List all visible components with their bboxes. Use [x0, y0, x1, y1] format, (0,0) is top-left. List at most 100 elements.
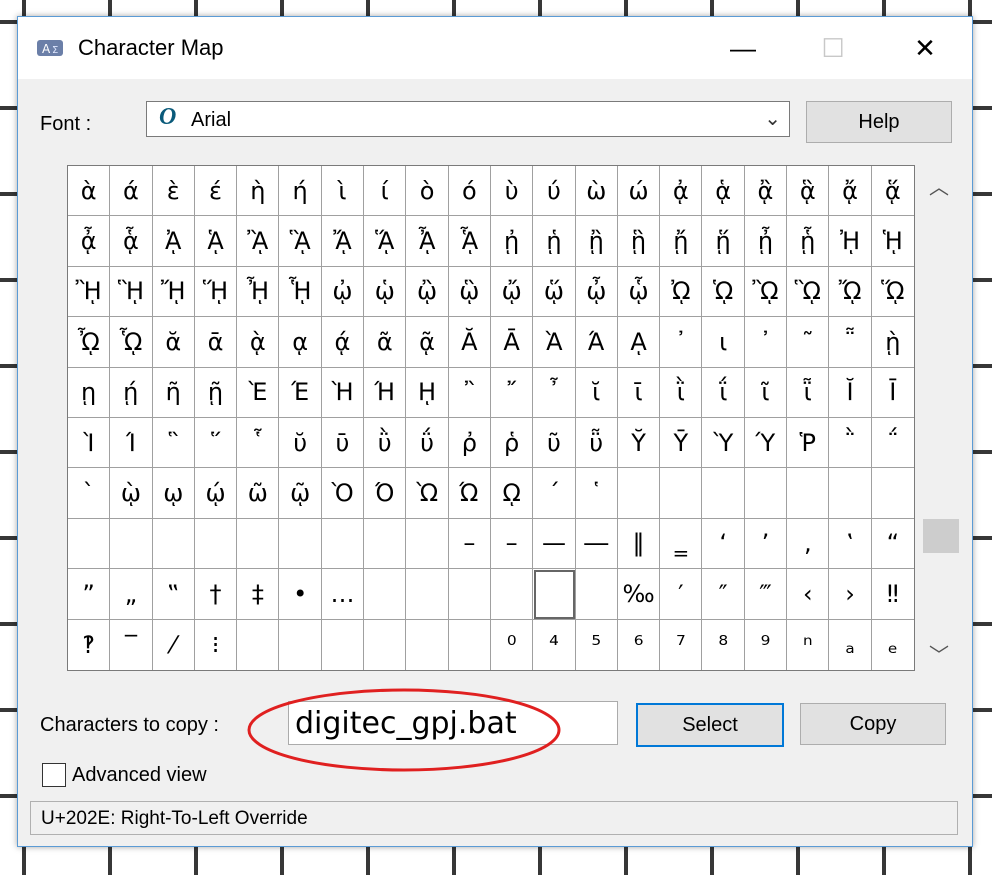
character-cell[interactable]: ᾃ [787, 166, 830, 217]
character-cell[interactable]: ᾍ [364, 216, 407, 267]
character-cell[interactable]: ‼ [871, 569, 914, 620]
character-cell[interactable]: ΅ [871, 418, 914, 469]
character-cell[interactable]: ῞ [194, 418, 238, 469]
character-cell[interactable]: ῳ [152, 468, 195, 519]
character-cell[interactable]: ῼ [490, 468, 534, 519]
character-cell[interactable] [364, 569, 407, 620]
character-cell[interactable]: ᾨ [660, 266, 703, 318]
copy-button[interactable]: Copy [800, 703, 946, 745]
character-cell[interactable] [871, 468, 914, 519]
character-cell[interactable]: Ᾰ [448, 317, 491, 368]
character-cell[interactable]: Ᾱ [490, 317, 534, 368]
character-cell[interactable]: Ῠ [617, 418, 661, 469]
character-cell[interactable]: ᾳ [279, 317, 322, 368]
character-cell[interactable] [448, 569, 491, 620]
character-cell[interactable]: ‰ [617, 569, 661, 620]
character-cell[interactable]: ᾿ [744, 317, 788, 368]
character-cell[interactable]: ῢ [364, 418, 407, 469]
character-cell[interactable] [364, 518, 407, 570]
character-cell[interactable]: ῧ [575, 418, 618, 469]
character-cell[interactable]: ᾭ [871, 267, 914, 318]
character-cell[interactable] [490, 569, 534, 620]
character-cell[interactable]: ᾪ [744, 266, 788, 318]
scroll-down-arrow-icon[interactable]: ﹀ [929, 639, 949, 668]
close-button[interactable]: ✕ [902, 17, 948, 79]
character-cell[interactable]: ᾫ [787, 266, 830, 318]
character-cell[interactable] [364, 619, 407, 670]
character-cell[interactable]: ᾶ [364, 317, 407, 368]
character-cell[interactable]: ’ [744, 518, 788, 570]
character-cell[interactable]: ⁷ [660, 619, 703, 670]
character-cell[interactable]: Ὼ [406, 468, 449, 519]
character-cell[interactable]: ᾲ [237, 317, 280, 368]
character-cell[interactable]: ῎ [490, 367, 534, 418]
character-cell[interactable]: Ό [364, 468, 407, 519]
character-cell[interactable]: ῂ [871, 317, 914, 368]
character-cell[interactable]: ᾠ [321, 266, 365, 318]
character-cell[interactable]: ᾅ [871, 166, 914, 217]
character-cell[interactable]: ― [575, 518, 618, 570]
character-cell[interactable]: ὼ [575, 166, 618, 217]
character-cell[interactable]: ῗ [787, 367, 830, 418]
character-cell[interactable]: ᾉ [194, 216, 238, 267]
character-cell[interactable]: ⁸ [702, 619, 745, 670]
character-cell[interactable]: ΰ [406, 418, 449, 469]
character-cell[interactable]: ᾂ [744, 166, 788, 217]
character-cell[interactable]: ⁰ [491, 619, 534, 670]
character-cell[interactable]: ῠ [279, 418, 322, 469]
character-cell[interactable]: ‟ [152, 569, 195, 620]
character-cell[interactable] [279, 518, 322, 570]
character-cell[interactable]: ᾥ [533, 266, 576, 318]
character-cell[interactable]: ή [279, 166, 322, 217]
character-cell[interactable]: › [829, 569, 872, 620]
character-cell[interactable]: ⁄ [153, 619, 195, 670]
character-cell[interactable] [406, 518, 449, 570]
maximize-button[interactable]: ☐ [810, 17, 856, 79]
character-cell[interactable]: ὸ [406, 166, 449, 217]
character-cell[interactable]: ῾ [575, 468, 618, 519]
character-cell[interactable]: ⁝ [195, 619, 238, 670]
scroll-thumb[interactable] [923, 519, 959, 553]
character-cell[interactable]: ᾞ [237, 266, 280, 318]
character-cell[interactable]: ᾛ [110, 266, 153, 318]
character-cell[interactable] [68, 518, 111, 570]
character-cell[interactable]: Ά [575, 317, 618, 368]
character-cell[interactable]: ῑ [617, 367, 661, 418]
character-cell[interactable] [660, 468, 703, 519]
character-cell[interactable]: – [490, 518, 534, 570]
character-cell[interactable]: ⁵ [576, 619, 618, 670]
character-cell[interactable]: ᾰ [152, 317, 195, 368]
character-cell[interactable]: ᾮ [68, 317, 111, 368]
character-cell[interactable]: ὰ [68, 166, 111, 217]
character-cell[interactable]: ὶ [321, 166, 365, 217]
character-cell[interactable] [702, 468, 745, 519]
character-cell[interactable]: Ὺ [702, 418, 745, 469]
character-cell[interactable]: ῟ [237, 418, 280, 469]
character-cell[interactable]: ῴ [194, 468, 238, 519]
character-cell[interactable]: ύ [533, 166, 576, 217]
character-cell[interactable]: ᾚ [68, 266, 111, 318]
character-cell[interactable] [237, 518, 280, 570]
character-cell[interactable]: ᾤ [490, 266, 534, 318]
character-cell[interactable] [787, 468, 830, 519]
character-cell[interactable]: ᾁ [702, 166, 745, 217]
character-cell[interactable]: † [194, 569, 238, 620]
character-cell[interactable]: ᾼ [617, 317, 661, 368]
character-cell[interactable] [279, 619, 322, 670]
character-cell[interactable]: ⁹ [745, 619, 788, 670]
character-cell[interactable]: ᾊ [237, 216, 280, 267]
character-cell[interactable]: ῥ [490, 418, 534, 469]
character-cell[interactable]: ′ [660, 569, 703, 620]
character-cell[interactable]: ὴ [237, 166, 280, 217]
character-cell[interactable]: ᾢ [406, 266, 449, 318]
character-cell[interactable]: Ῐ [829, 367, 872, 418]
character-cell[interactable]: ᾱ [194, 317, 238, 368]
character-cell[interactable]: ὲ [152, 166, 195, 217]
character-cell[interactable]: ⁿ [787, 619, 830, 670]
character-cell[interactable]: ‡ [237, 569, 280, 620]
character-cell[interactable]: ᾯ [110, 317, 153, 368]
character-cell[interactable]: ᾏ [448, 216, 491, 267]
character-cell[interactable]: ᾡ [364, 266, 407, 318]
character-cell[interactable]: ί [364, 166, 407, 217]
character-cell[interactable]: ᾀ [660, 166, 703, 217]
